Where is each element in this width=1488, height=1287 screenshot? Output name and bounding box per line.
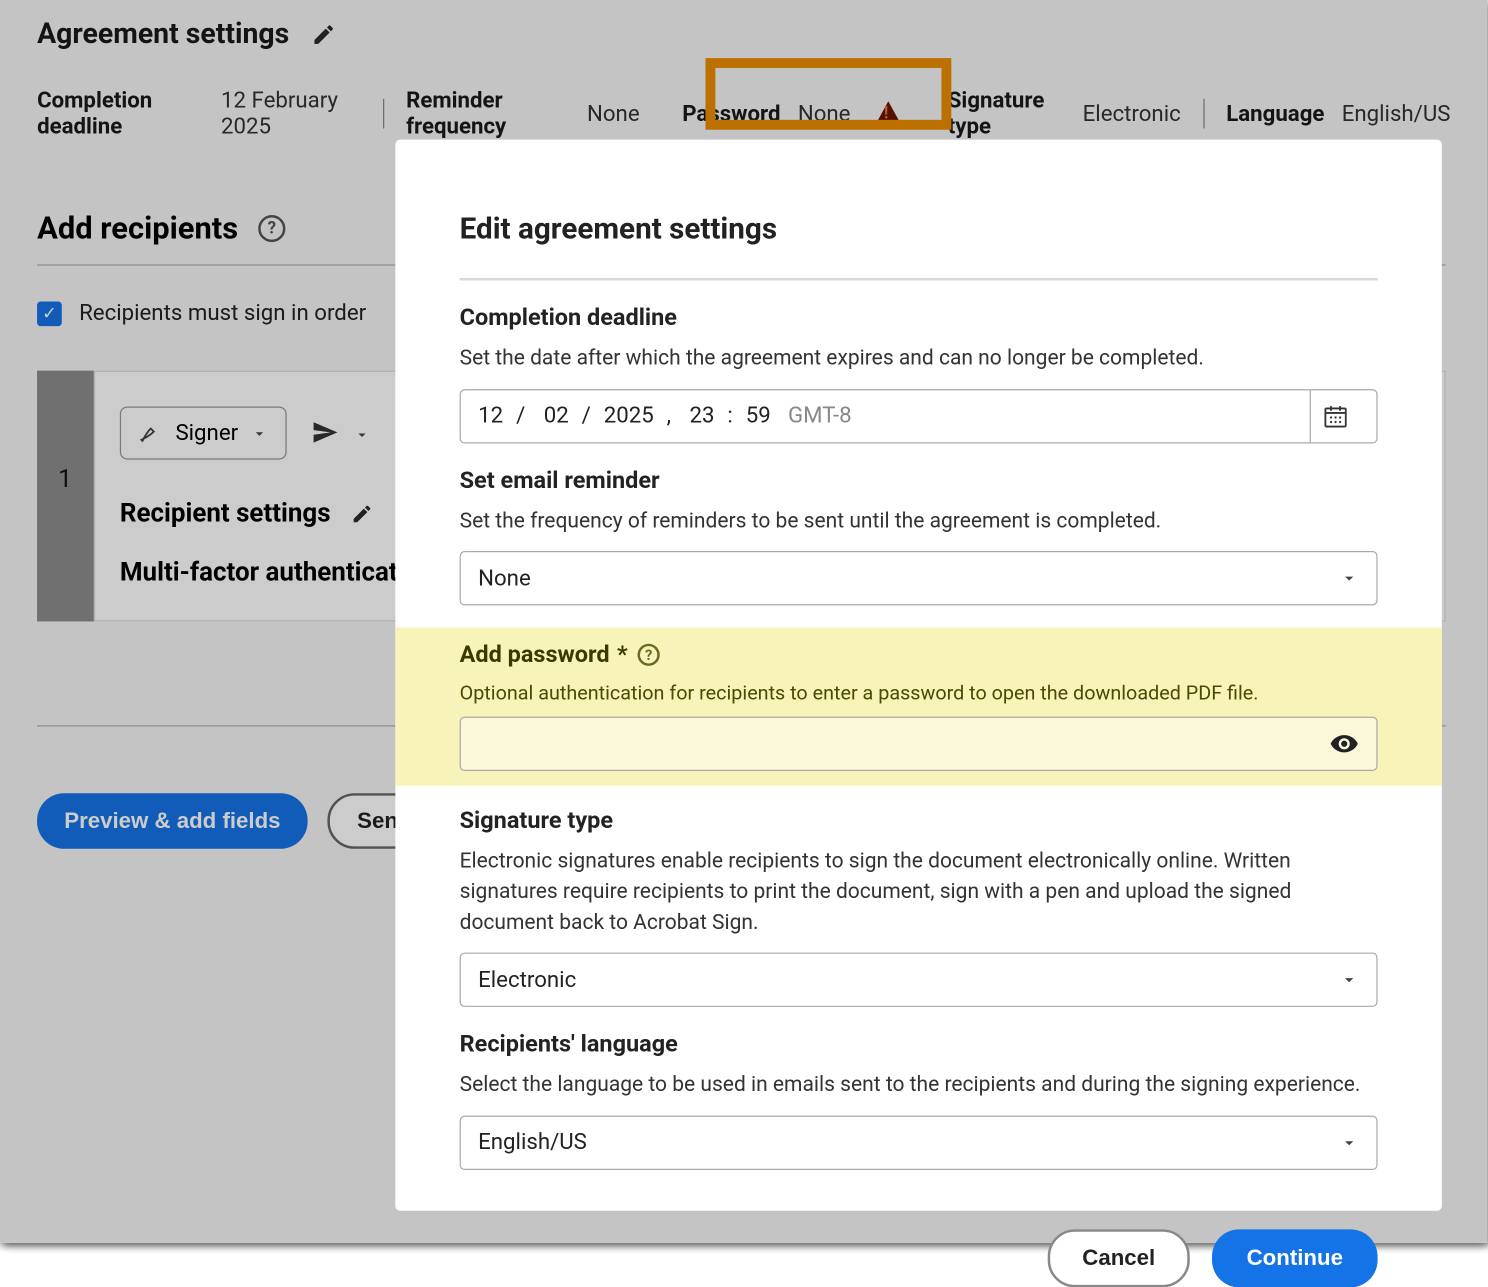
reminder-value: None <box>478 566 531 592</box>
edit-agreement-settings-dialog: Edit agreement settings Completion deadl… <box>395 140 1441 1211</box>
cancel-button[interactable]: Cancel <box>1048 1229 1190 1287</box>
date-day[interactable]: 12 <box>478 403 503 429</box>
calendar-icon[interactable] <box>1310 390 1359 442</box>
date-tz: GMT-8 <box>788 403 852 429</box>
chevron-down-icon <box>1339 970 1359 990</box>
dialog-title: Edit agreement settings <box>460 211 1378 246</box>
reminder-field-desc: Set the frequency of reminders to be sen… <box>460 506 1378 536</box>
language-dropdown[interactable]: English/US <box>460 1115 1378 1169</box>
chevron-down-icon <box>1339 569 1359 589</box>
password-field-label: Add password <box>460 640 610 668</box>
password-input[interactable] <box>460 717 1378 771</box>
completion-deadline-field-label: Completion deadline <box>460 303 1378 331</box>
eye-icon[interactable] <box>1329 729 1359 759</box>
password-section-highlight: Add password * ? Optional authentication… <box>395 628 1441 786</box>
signature-type-field-desc: Electronic signatures enable recipients … <box>460 847 1378 938</box>
date-min[interactable]: 59 <box>746 403 771 429</box>
reminder-field-label: Set email reminder <box>460 465 1378 493</box>
password-field-desc: Optional authentication for recipients t… <box>460 681 1378 704</box>
chevron-down-icon <box>1339 1133 1359 1153</box>
language-dropdown-value: English/US <box>478 1130 587 1156</box>
signature-type-dropdown-value: Electronic <box>478 967 576 993</box>
language-field-label: Recipients' language <box>460 1029 1378 1057</box>
date-month[interactable]: 02 <box>544 403 569 429</box>
required-asterisk: * <box>617 640 628 668</box>
completion-deadline-field-desc: Set the date after which the agreement e… <box>460 343 1378 373</box>
date-hour[interactable]: 23 <box>689 403 714 429</box>
date-year[interactable]: 2025 <box>604 403 654 429</box>
help-icon[interactable]: ? <box>638 643 660 665</box>
language-field-desc: Select the language to be used in emails… <box>460 1070 1378 1100</box>
reminder-dropdown[interactable]: None <box>460 551 1378 605</box>
signature-type-dropdown[interactable]: Electronic <box>460 953 1378 1007</box>
continue-button[interactable]: Continue <box>1212 1229 1378 1287</box>
signature-type-field-label: Signature type <box>460 806 1378 834</box>
completion-deadline-input[interactable]: 12 / 02 / 2025 , 23 : 59 GMT-8 <box>460 389 1378 443</box>
